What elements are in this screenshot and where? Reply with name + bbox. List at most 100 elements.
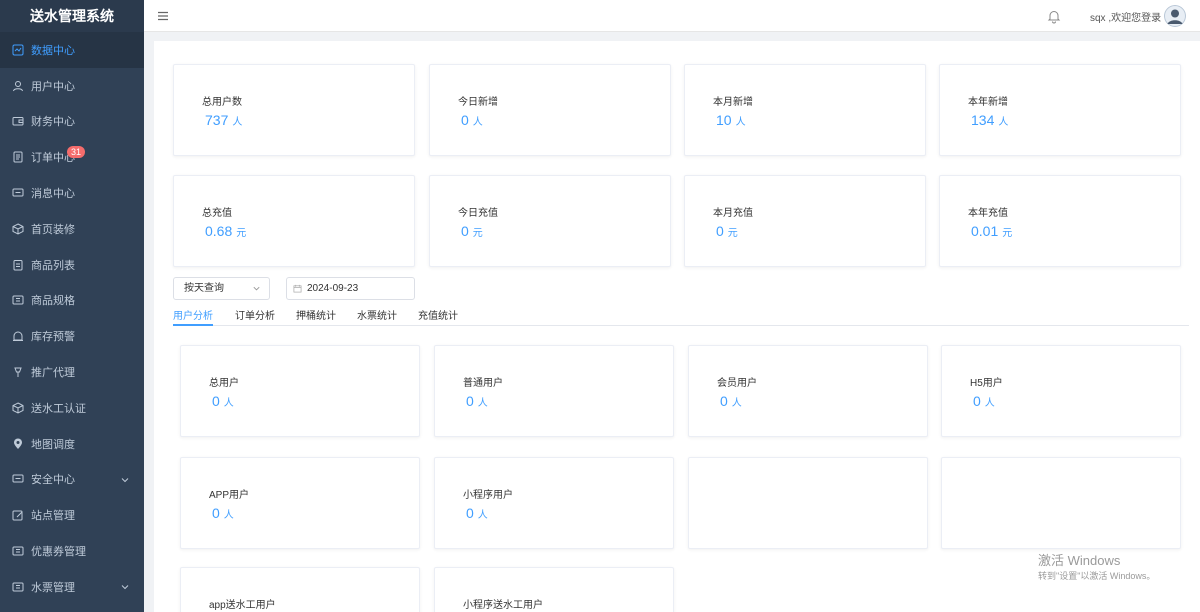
calendar-icon [293,284,302,293]
location-icon [12,438,24,450]
query-type-value: 按天查询 [184,283,224,294]
sidebar-item-home-decoration[interactable]: 首页装修 [0,211,144,247]
grid-icon [12,581,24,593]
sidebar-item-water-ticket[interactable]: 水票管理 [0,569,144,605]
sidebar-item-promotion-agent[interactable]: 推广代理 [0,354,144,390]
wallet-icon [12,115,24,127]
sidebar-item-map-dispatch[interactable]: 地图调度 [0,426,144,462]
sidebar-item-site-management[interactable]: 站点管理 [0,497,144,533]
tab-ticket-stats[interactable]: 水票统计 [357,307,397,326]
sidebar-item-label: 商品列表 [31,259,75,272]
stat-title: APP用户 [209,490,250,501]
tab-user-analysis[interactable]: 用户分析 [173,307,213,326]
stat-title: 今日新增 [458,97,498,108]
sidebar-item-coupon-management[interactable]: 优惠券管理 [0,533,144,569]
welcome-text: sqx ,欢迎您登录 [1090,13,1162,24]
sidebar-item-label: 商品规格 [31,295,75,308]
stat-title: 小程序用户 [463,490,513,501]
box-icon [12,402,24,414]
stat-value: 0.01 元 [971,223,1013,239]
tab-recharge-stats[interactable]: 充值统计 [418,307,458,326]
date-picker[interactable]: 2024-09-23 [286,277,415,300]
sidebar-item-label: 数据中心 [31,44,75,57]
stat-value: 0人 [461,112,483,128]
stat-card-total-recharge: 总充值 0.68 元 [173,175,415,267]
user-stat-total: 总用户 0人 [180,345,420,437]
sidebar-item-order-center[interactable]: 订单中心 31 [0,139,144,175]
activation-watermark-subtitle: 转到"设置"以激活 Windows。 [1038,571,1156,581]
sidebar-item-label: 站点管理 [31,510,75,523]
user-stat-miniprogram: 小程序用户 0人 [434,457,674,549]
main-content: 总用户数 737 人 今日新增 0人 本月新增 10 人 本年新增 134 人 总充值… [154,41,1200,612]
user-stat-blurred-1 [688,457,928,549]
alarm-icon [12,330,24,342]
stat-value: 0元 [461,223,483,239]
clipboard-icon [12,259,24,271]
stat-value: 737 人 [205,112,243,128]
grid-icon [12,545,24,557]
edit-icon [12,509,24,521]
stat-card-total-users: 总用户数 737 人 [173,64,415,156]
stat-value: 0人 [466,505,488,521]
user-stat-member: 会员用户 0人 [688,345,928,437]
stat-value: 0人 [973,393,995,409]
document-icon [12,151,24,163]
stat-title: 总充值 [202,208,232,219]
sidebar-item-user-center[interactable]: 用户中心 [0,68,144,104]
sidebar-item-product-spec[interactable]: 商品规格 [0,283,144,319]
stat-card-year-recharge: 本年充值 0.01 元 [939,175,1181,267]
query-type-select[interactable]: 按天查询 [173,277,270,300]
sidebar-item-message-center[interactable]: 消息中心 [0,175,144,211]
user-stat-blurred-2 [941,457,1181,549]
sidebar-menu: 数据中心 用户中心 财务中心 订单中心 31 消息中心 首页装修 商品列表 商品… [0,32,144,605]
message-icon [12,473,24,485]
app-title: 送水管理系统 [0,0,144,32]
stat-title: 本月充值 [713,208,753,219]
stat-value: 10 人 [716,112,746,128]
message-icon [12,187,24,199]
sidebar-item-label: 地图调度 [31,438,75,451]
sidebar-item-label: 安全中心 [31,474,75,487]
top-header: sqx ,欢迎您登录 [144,0,1200,32]
tab-order-analysis[interactable]: 订单分析 [235,307,275,326]
stat-value: 0人 [720,393,742,409]
sidebar-item-label: 优惠券管理 [31,546,86,559]
stat-card-today-new: 今日新增 0人 [429,64,671,156]
avatar[interactable] [1164,5,1186,27]
box-icon [12,223,24,235]
stat-title: H5用户 [970,378,1003,389]
sidebar-item-label: 库存预警 [31,331,75,344]
sidebar-item-product-list[interactable]: 商品列表 [0,247,144,283]
sidebar-item-data-center[interactable]: 数据中心 [0,32,144,68]
chevron-down-icon [253,286,260,291]
sidebar-item-label: 消息中心 [31,188,75,201]
sidebar-item-label: 财务中心 [31,116,75,129]
sidebar-item-stock-alert[interactable]: 库存预警 [0,318,144,354]
user-stat-h5: H5用户 0人 [941,345,1181,437]
analysis-tabs: 用户分析 订单分析 押桶统计 水票统计 充值统计 [173,307,1189,326]
activation-watermark-title: 激活 Windows [1038,553,1121,568]
pin-icon [12,366,24,378]
user-stat-normal: 普通用户 0人 [434,345,674,437]
stat-card-year-new: 本年新增 134 人 [939,64,1181,156]
user-stat-app-worker: app送水工用户 [180,567,420,612]
stat-card-today-recharge: 今日充值 0元 [429,175,671,267]
stat-card-month-new: 本月新增 10 人 [684,64,926,156]
sidebar-item-security-center[interactable]: 安全中心 [0,462,144,498]
order-count-badge: 31 [67,146,86,159]
stat-value: 0人 [212,505,234,521]
user-stat-app: APP用户 0人 [180,457,420,549]
chevron-down-icon [121,585,129,590]
stat-title: app送水工用户 [209,600,276,611]
sidebar-item-worker-cert[interactable]: 送水工认证 [0,390,144,426]
sidebar-item-label: 首页装修 [31,223,75,236]
sidebar-item-label: 用户中心 [31,80,75,93]
bell-icon[interactable] [1046,8,1062,24]
stat-title: 小程序送水工用户 [463,600,543,611]
sidebar-item-label: 送水工认证 [31,402,86,415]
hamburger-icon[interactable] [156,9,170,23]
tab-bucket-stats[interactable]: 押桶统计 [296,307,336,326]
sidebar-item-finance-center[interactable]: 财务中心 [0,104,144,140]
stat-title: 总用户 [209,378,239,389]
stat-value: 0人 [212,393,234,409]
